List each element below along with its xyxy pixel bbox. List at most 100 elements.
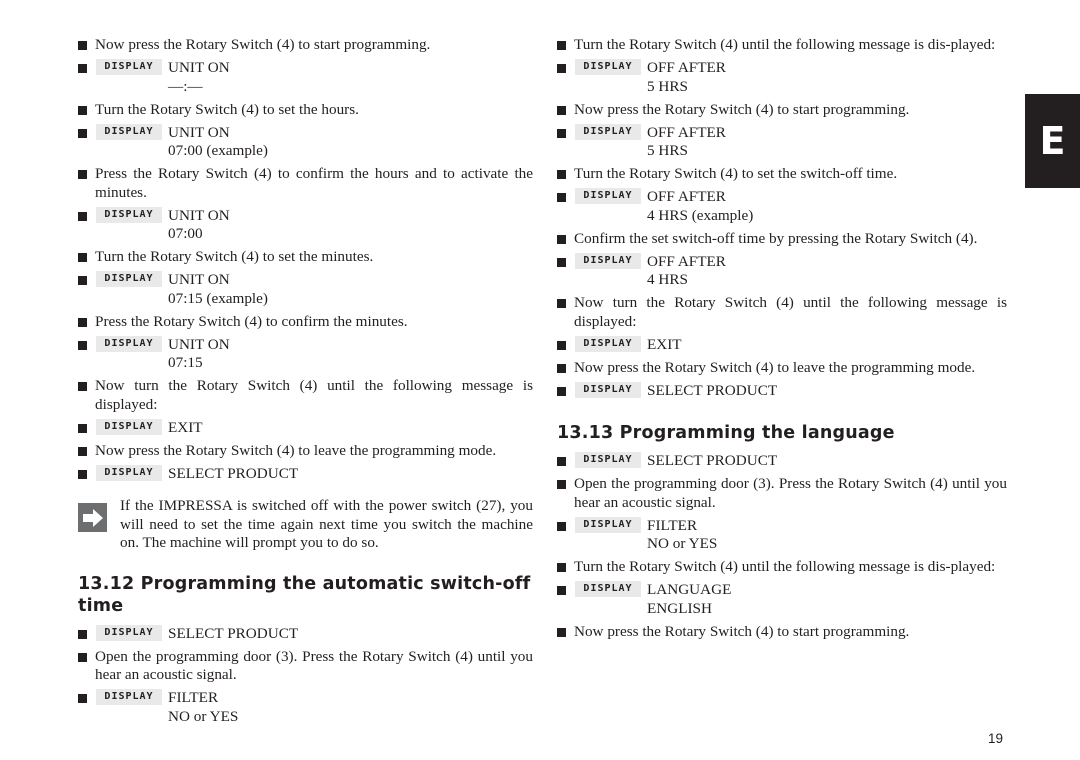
display-badge: DISPLAY bbox=[96, 418, 162, 435]
display-text-line: FILTER bbox=[168, 689, 219, 706]
square-bullet-icon bbox=[78, 276, 87, 285]
display-text-line: ENGLISH bbox=[647, 599, 712, 617]
square-bullet-icon bbox=[557, 627, 566, 637]
display-text-line: LANGUAGE bbox=[647, 581, 732, 598]
instruction-step: Open the programming door (3). Press the… bbox=[78, 648, 533, 685]
display-text-line: UNIT ON bbox=[168, 123, 230, 141]
display-message: DISPLAY LANGUAGE ENGLISH bbox=[557, 581, 1007, 618]
display-badge: DISPLAY bbox=[575, 123, 641, 140]
square-bullet-icon bbox=[78, 629, 87, 639]
square-bullet-icon bbox=[557, 299, 566, 308]
step-text: Turn the Rotary Switch (4) until the fol… bbox=[574, 558, 996, 575]
display-text-line: UNIT ON bbox=[168, 206, 230, 224]
display-message: DISPLAY OFF AFTER 5 HRS bbox=[557, 59, 1007, 96]
instruction-step: Turn the Rotary Switch (4) until the fol… bbox=[557, 558, 1007, 577]
right-column: Turn the Rotary Switch (4) until the fol… bbox=[557, 36, 1007, 646]
display-text-line: 07:15 (example) bbox=[168, 289, 268, 307]
step-text: Turn the Rotary Switch (4) to set the sw… bbox=[574, 165, 898, 182]
instruction-step: Turn the Rotary Switch (4) to set the mi… bbox=[78, 248, 533, 267]
instruction-step: Now press the Rotary Switch (4) to start… bbox=[557, 623, 1007, 642]
display-message: DISPLAY UNIT ON —:— bbox=[78, 59, 533, 96]
step-text: Now press the Rotary Switch (4) to start… bbox=[95, 36, 431, 53]
left-column: Now press the Rotary Switch (4) to start… bbox=[78, 36, 533, 731]
display-text-line: 4 HRS bbox=[647, 271, 688, 288]
square-bullet-icon bbox=[557, 563, 566, 572]
step-text: Press the Rotary Switch (4) to confirm t… bbox=[95, 312, 408, 330]
square-bullet-icon bbox=[78, 423, 87, 433]
square-bullet-icon bbox=[557, 363, 566, 373]
display-badge: DISPLAY bbox=[575, 581, 641, 597]
instruction-step: Turn the Rotary Switch (4) until the fol… bbox=[557, 36, 1007, 55]
display-badge: DISPLAY bbox=[96, 271, 162, 287]
display-text-line: 07:00 bbox=[168, 225, 203, 242]
square-bullet-icon bbox=[78, 105, 87, 115]
step-text: Turn the Rotary Switch (4) to set the mi… bbox=[95, 248, 374, 265]
step-text: Now press the Rotary Switch (4) to leave… bbox=[574, 358, 976, 376]
instruction-step: Now turn the Rotary Switch (4) until the… bbox=[78, 377, 533, 414]
instruction-step: Open the programming door (3). Press the… bbox=[557, 475, 1007, 512]
display-message: DISPLAY OFF AFTER 4 HRS (example) bbox=[557, 188, 1007, 225]
display-text-line: SELECT PRODUCT bbox=[168, 464, 299, 482]
square-bullet-icon bbox=[557, 521, 566, 531]
step-text: Now press the Rotary Switch (4) to start… bbox=[574, 100, 910, 118]
display-message: DISPLAY SELECT PRODUCT bbox=[557, 381, 1007, 401]
square-bullet-icon bbox=[78, 340, 87, 350]
display-badge: DISPLAY bbox=[96, 464, 162, 481]
square-bullet-icon bbox=[557, 193, 566, 202]
display-message: DISPLAY EXIT bbox=[78, 418, 533, 438]
square-bullet-icon bbox=[78, 382, 87, 391]
display-text-line: NO or YES bbox=[168, 707, 239, 725]
square-bullet-icon bbox=[557, 41, 566, 50]
square-bullet-icon bbox=[557, 257, 566, 267]
display-text-line: OFF AFTER bbox=[647, 188, 726, 205]
display-text-line: 07:00 (example) bbox=[168, 142, 268, 159]
display-badge: DISPLAY bbox=[575, 252, 641, 269]
display-text-line: EXIT bbox=[647, 335, 682, 353]
page-number: 19 bbox=[988, 731, 1004, 746]
square-bullet-icon bbox=[557, 586, 566, 595]
display-badge: DISPLAY bbox=[575, 335, 641, 352]
instruction-step: Press the Rotary Switch (4) to confirm t… bbox=[78, 165, 533, 202]
display-text-line: 4 HRS (example) bbox=[647, 206, 754, 224]
square-bullet-icon bbox=[78, 652, 87, 662]
instruction-step: Turn the Rotary Switch (4) to set the sw… bbox=[557, 165, 1007, 184]
square-bullet-icon bbox=[557, 128, 566, 138]
display-badge: DISPLAY bbox=[96, 206, 162, 223]
display-message: DISPLAY OFF AFTER 4 HRS bbox=[557, 252, 1007, 290]
display-text-line: SELECT PRODUCT bbox=[168, 624, 299, 642]
step-text: Now press the Rotary Switch (4) to leave… bbox=[95, 441, 497, 459]
instruction-step: Now press the Rotary Switch (4) to leave… bbox=[78, 442, 533, 461]
square-bullet-icon bbox=[557, 457, 566, 466]
tab-letter: E bbox=[1039, 119, 1066, 163]
display-text-line: EXIT bbox=[168, 418, 203, 436]
display-badge: DISPLAY bbox=[96, 59, 162, 75]
square-bullet-icon bbox=[78, 41, 87, 50]
note-text: If the IMPRESSA is switched off with the… bbox=[120, 497, 533, 551]
instruction-step: Confirm the set switch-off time by press… bbox=[557, 230, 1007, 249]
display-message: DISPLAY FILTER NO or YES bbox=[557, 516, 1007, 554]
step-text: Now turn the Rotary Switch (4) until the… bbox=[574, 294, 1007, 330]
step-text: Confirm the set switch-off time by press… bbox=[574, 229, 978, 247]
display-message: DISPLAY UNIT ON 07:00 (example) bbox=[78, 123, 533, 161]
display-text-line: 5 HRS bbox=[647, 77, 688, 95]
section-heading: 13.12 Programming the automatic switch-o… bbox=[78, 573, 531, 616]
square-bullet-icon bbox=[78, 469, 87, 479]
step-text: Open the programming door (3). Press the… bbox=[574, 475, 1007, 511]
display-message: DISPLAY UNIT ON 07:15 bbox=[78, 335, 533, 373]
display-text-line: OFF AFTER bbox=[647, 252, 726, 270]
square-bullet-icon bbox=[557, 480, 566, 489]
square-bullet-icon bbox=[557, 386, 566, 396]
display-text-line: —:— bbox=[168, 77, 203, 95]
display-text-line: OFF AFTER bbox=[647, 123, 726, 141]
step-text: Now turn the Rotary Switch (4) until the… bbox=[95, 377, 533, 413]
display-text-line: NO or YES bbox=[647, 535, 718, 552]
display-text-line: FILTER bbox=[647, 516, 698, 534]
note-box: If the IMPRESSA is switched off with the… bbox=[78, 497, 533, 553]
display-badge: DISPLAY bbox=[575, 188, 641, 204]
display-badge: DISPLAY bbox=[575, 516, 641, 533]
section-heading: 13.13 Programming the language bbox=[557, 423, 895, 443]
display-message: DISPLAY EXIT bbox=[557, 335, 1007, 355]
square-bullet-icon bbox=[78, 170, 87, 179]
display-badge: DISPLAY bbox=[96, 335, 162, 352]
step-text: Open the programming door (3). Press the… bbox=[95, 647, 533, 684]
